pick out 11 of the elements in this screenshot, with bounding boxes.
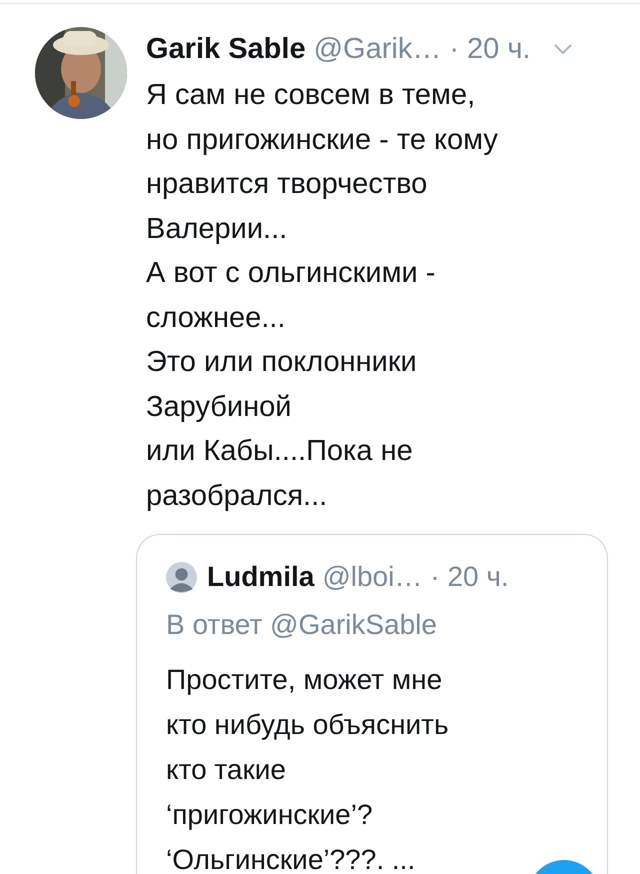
author-name[interactable]: Garik Sable	[146, 30, 306, 68]
tweet-time: · 20 ч.	[449, 32, 531, 67]
quoted-tweet-time: · 20 ч.	[430, 561, 509, 593]
quoted-author-handle: @lboi…	[322, 561, 422, 593]
chevron-down-icon[interactable]	[552, 43, 573, 55]
default-avatar-icon	[166, 562, 197, 592]
quoted-author-name: Ludmila	[207, 561, 314, 593]
tweet-text: Я сам не совсем в теме, но пригожинские - те кому нравится творчество Валерии... А вот с ольгинскими - сложнее... Это или поклонники Зарубиной или Кабы....Пока не разобрался...	[146, 78, 499, 514]
author-handle: @Garik…	[314, 32, 442, 67]
reply-to-label: В ответ @GarikSable	[166, 609, 438, 641]
quoted-tweet-text: Простите, может мне кто нибудь объяснить кто такие ‘пригожинские’? ‘Ольгинские’???. ...	[166, 663, 449, 874]
